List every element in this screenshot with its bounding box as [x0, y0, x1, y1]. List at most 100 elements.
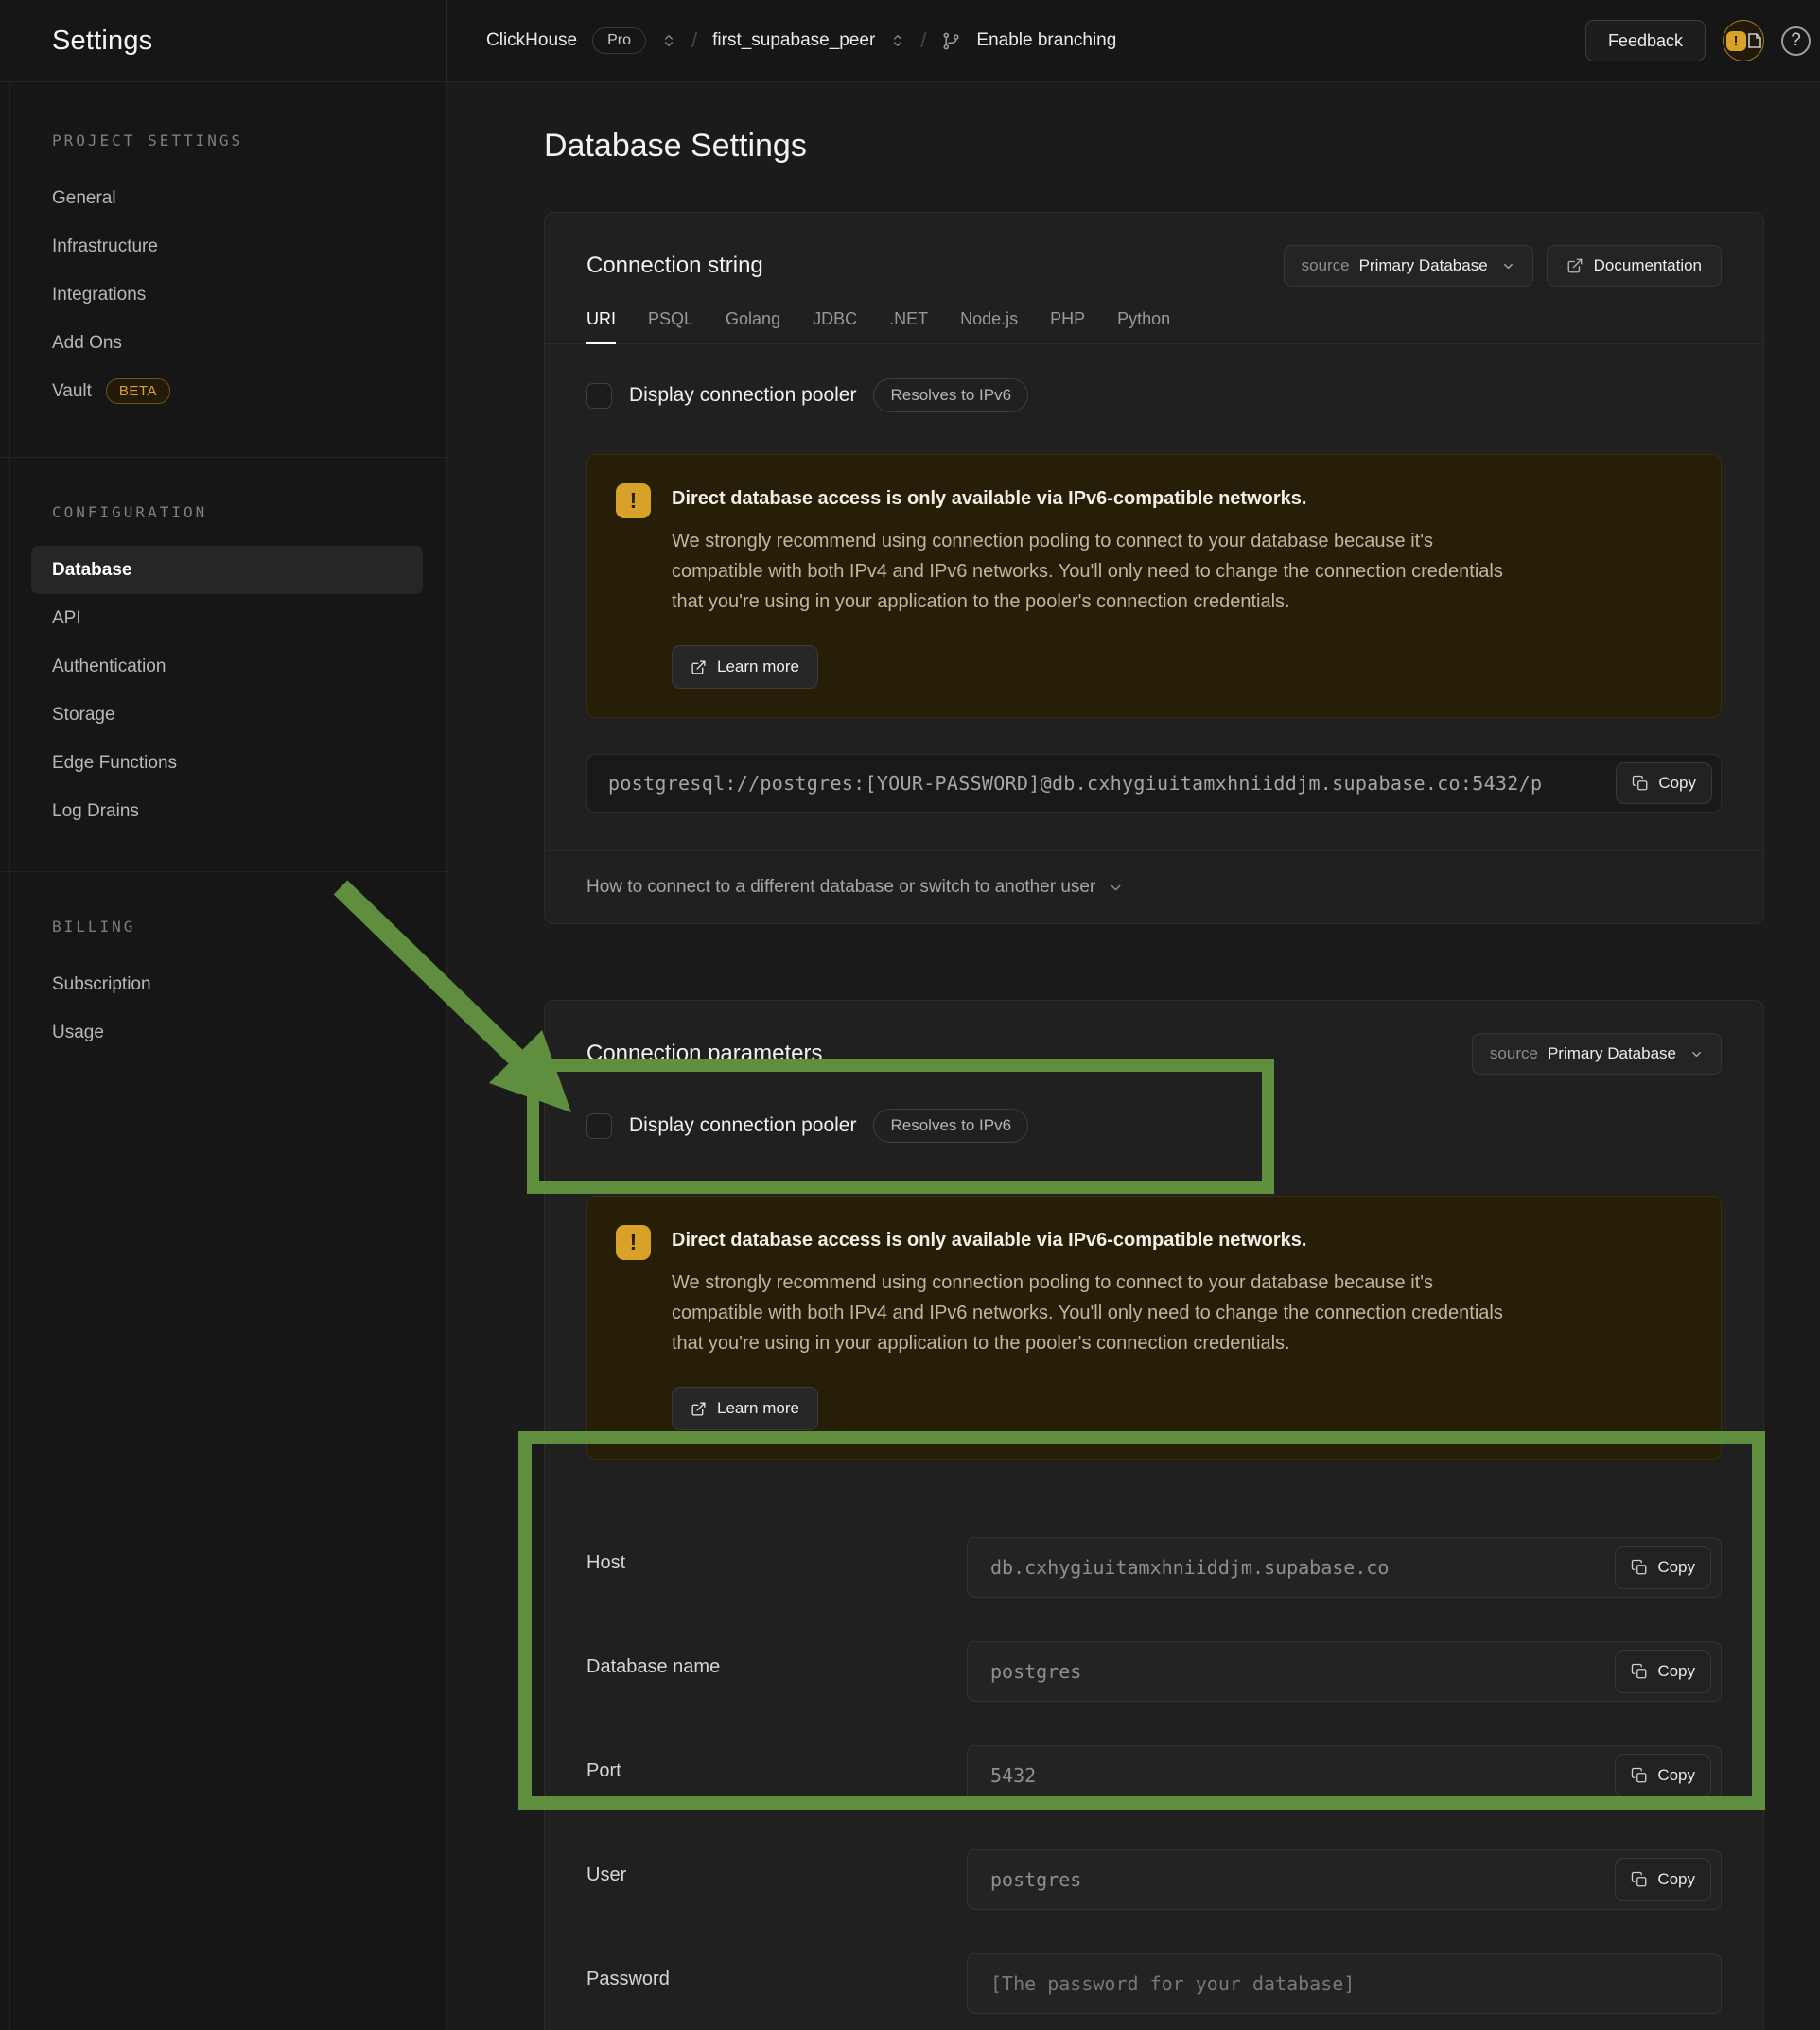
tab[interactable]: Node.js	[960, 309, 1018, 343]
sidebar-item-label: Integrations	[52, 285, 146, 306]
breadcrumb: ClickHouse Pro / first_supabase_peer / E…	[447, 0, 1585, 81]
breadcrumb-separator: /	[920, 28, 926, 53]
section-label: BILLING	[52, 918, 446, 936]
field-input[interactable]: 5432 Copy	[967, 1745, 1722, 1806]
copy-button[interactable]: Copy	[1616, 762, 1712, 804]
field-input[interactable]: postgres Copy	[967, 1849, 1722, 1910]
copy-button[interactable]: Copy	[1615, 1650, 1711, 1693]
header-actions: Feedback ! ?	[1585, 0, 1820, 81]
field-input[interactable]: [The password for your database] Copy	[967, 1953, 1722, 2014]
sidebar-item[interactable]: Add Ons	[31, 319, 423, 367]
sidebar-item-label: API	[52, 608, 81, 629]
tab[interactable]: Golang	[726, 309, 780, 343]
pooler-label: Display connection pooler	[629, 1114, 856, 1137]
sidebar-item[interactable]: Edge Functions	[31, 739, 423, 787]
card-title: Connection parameters	[586, 1041, 822, 1067]
sidebar-item-label: Storage	[52, 705, 115, 726]
enable-branching-button[interactable]: Enable branching	[976, 30, 1116, 51]
field-label: Host	[586, 1537, 967, 1574]
field-label: Password	[586, 1953, 967, 1990]
source-select[interactable]: source Primary Database	[1284, 245, 1533, 287]
org-switcher-icon[interactable]	[661, 33, 676, 48]
connect-help-toggle[interactable]: How to connect to a different database o…	[545, 850, 1763, 923]
external-link-icon	[691, 659, 707, 675]
field-label: Port	[586, 1745, 967, 1782]
external-link-icon	[1566, 257, 1584, 274]
help-icon[interactable]: ?	[1781, 26, 1811, 56]
connection-string-card: Connection string source Primary Databas…	[544, 212, 1764, 924]
ipv6-warning-banner: ! Direct database access is only availab…	[586, 454, 1722, 718]
source-select[interactable]: source Primary Database	[1472, 1033, 1722, 1075]
sidebar-section-project-settings: PROJECT SETTINGS General Infrastructure …	[0, 82, 446, 457]
warning-title: Direct database access is only available…	[672, 483, 1504, 510]
warning-body: We strongly recommend using connection p…	[672, 1268, 1504, 1358]
breadcrumb-org[interactable]: ClickHouse	[486, 30, 577, 51]
external-link-icon	[691, 1401, 707, 1417]
source-select-value: Primary Database	[1359, 256, 1488, 275]
sidebar: PROJECT SETTINGS General Infrastructure …	[0, 82, 447, 2030]
sidebar-item[interactable]: Vault BETA	[31, 367, 423, 415]
field-row: Port 5432 Copy	[586, 1745, 1722, 1806]
source-select-label: source	[1490, 1044, 1538, 1063]
sidebar-item[interactable]: Authentication	[31, 642, 423, 691]
copy-icon	[1631, 1559, 1648, 1576]
tab[interactable]: Python	[1117, 309, 1170, 343]
sidebar-item[interactable]: Storage	[31, 691, 423, 739]
warning-body: We strongly recommend using connection p…	[672, 526, 1504, 617]
sidebar-item-label: Database	[52, 560, 132, 581]
sidebar-item[interactable]: Integrations	[31, 271, 423, 319]
breadcrumb-project[interactable]: first_supabase_peer	[712, 30, 875, 51]
documentation-button[interactable]: Documentation	[1547, 245, 1722, 287]
connection-string-tabs: URI PSQL Golang JDBC .NET Node.js PHP Py…	[545, 309, 1763, 344]
copy-button[interactable]: Copy	[1615, 1546, 1711, 1589]
tab[interactable]: JDBC	[813, 309, 857, 343]
learn-more-button[interactable]: Learn more	[672, 1387, 818, 1430]
sidebar-item-label: Subscription	[52, 974, 151, 995]
git-branch-icon	[941, 31, 961, 51]
account-avatar[interactable]: !	[1723, 20, 1764, 61]
breadcrumb-separator: /	[691, 28, 697, 53]
sidebar-item[interactable]: Log Drains	[31, 787, 423, 835]
sidebar-item[interactable]: Usage	[31, 1008, 423, 1057]
display-connection-pooler-checkbox[interactable]	[586, 383, 612, 409]
sidebar-item-label: Infrastructure	[52, 236, 158, 257]
tab[interactable]: .NET	[889, 309, 928, 343]
card-title: Connection string	[586, 253, 763, 279]
field-input[interactable]: postgres Copy	[967, 1641, 1722, 1702]
connection-parameter-fields: Host db.cxhygiuitamxhniiddjm.supabase.co…	[545, 1460, 1763, 2030]
sidebar-item-label: Edge Functions	[52, 753, 177, 774]
field-input[interactable]: db.cxhygiuitamxhniiddjm.supabase.co Copy	[967, 1537, 1722, 1598]
section-label: CONFIGURATION	[52, 503, 446, 521]
document-icon	[1748, 33, 1761, 48]
field-value: [The password for your database]	[990, 1972, 1355, 1995]
tab[interactable]: PHP	[1050, 309, 1085, 343]
project-switcher-icon[interactable]	[890, 33, 905, 48]
alert-badge-icon: !	[1726, 31, 1746, 51]
app-title: Settings	[52, 26, 152, 57]
tab[interactable]: URI	[586, 309, 616, 343]
sidebar-item[interactable]: Subscription	[31, 960, 423, 1008]
copy-button[interactable]: Copy	[1615, 1754, 1711, 1797]
warning-icon: !	[616, 483, 651, 518]
connection-string-input[interactable]: postgresql://postgres:[YOUR-PASSWORD]@db…	[586, 754, 1722, 813]
copy-icon	[1631, 1767, 1648, 1784]
copy-button[interactable]: Copy	[1615, 1858, 1711, 1901]
header-settings-zone: Settings	[0, 0, 447, 81]
copy-icon	[1631, 1663, 1648, 1680]
copy-icon	[1631, 1871, 1648, 1888]
warning-icon: !	[616, 1225, 651, 1260]
sidebar-section-configuration: CONFIGURATION Database API Authenticatio…	[0, 458, 446, 871]
feedback-button[interactable]: Feedback	[1585, 20, 1706, 61]
learn-more-button[interactable]: Learn more	[672, 645, 818, 689]
sidebar-item[interactable]: General	[31, 174, 423, 222]
sidebar-item-label: Authentication	[52, 656, 166, 677]
ipv6-warning-banner: ! Direct database access is only availab…	[586, 1196, 1722, 1460]
sidebar-item[interactable]: Database	[31, 546, 423, 594]
sidebar-item[interactable]: Infrastructure	[31, 222, 423, 271]
display-connection-pooler-checkbox[interactable]	[586, 1113, 612, 1139]
field-row: Password [The password for your database…	[586, 1953, 1722, 2014]
tab[interactable]: PSQL	[648, 309, 693, 343]
beta-badge: BETA	[106, 378, 170, 404]
resolves-to-ipv6-badge: Resolves to IPv6	[873, 378, 1028, 412]
sidebar-item[interactable]: API	[31, 594, 423, 642]
